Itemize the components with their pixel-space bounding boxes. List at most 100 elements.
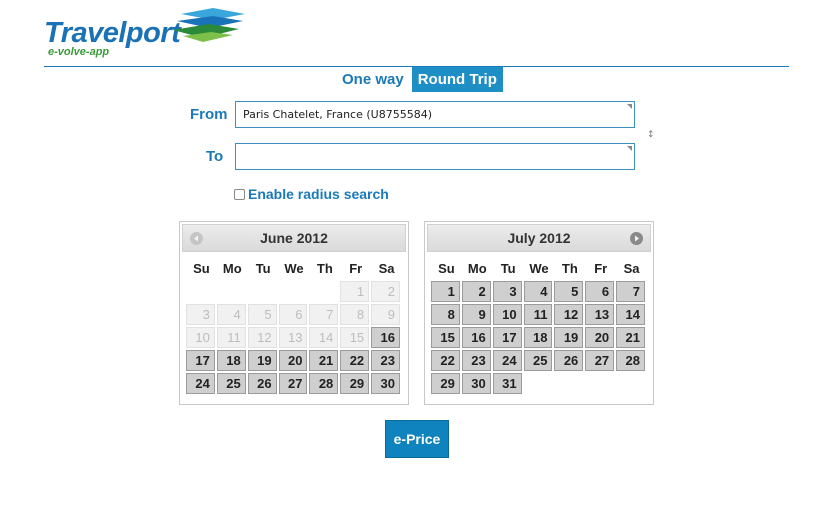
one-way-option[interactable]: One way xyxy=(336,67,410,92)
resize-handle-icon[interactable] xyxy=(627,104,632,109)
week-row: 15 16 17 18 19 20 21 xyxy=(427,327,651,350)
weekday-label: Mo xyxy=(467,261,487,276)
day-cell[interactable]: 17 xyxy=(186,350,215,371)
weekday-label: Tu xyxy=(500,261,516,276)
prev-month-icon[interactable] xyxy=(190,232,203,245)
weekday-label: Tu xyxy=(255,261,271,276)
month-title: June 2012 xyxy=(260,230,328,246)
day-cell[interactable]: 1 xyxy=(431,281,460,302)
week-row: 10 11 12 13 14 15 16 xyxy=(182,327,406,350)
calendar-july: July 2012 Su Mo Tu We Th Fr Sa 1 2 3 4 5 6 7 8 9 10 11 12 1… xyxy=(424,221,654,405)
empty-day-cell xyxy=(616,373,645,394)
day-cell[interactable]: 5 xyxy=(554,281,584,302)
travelport-logo: Travelport e-volve-app xyxy=(44,8,254,60)
day-cell-disabled: 12 xyxy=(247,327,277,348)
day-cell[interactable]: 24 xyxy=(492,350,522,371)
day-cell-disabled: 15 xyxy=(340,327,370,348)
radius-search-label[interactable]: Enable radius search xyxy=(248,186,389,202)
day-cell[interactable]: 6 xyxy=(585,281,615,302)
radius-search-checkbox[interactable] xyxy=(234,188,245,200)
day-cell[interactable]: 27 xyxy=(585,350,615,371)
day-cell-disabled: 6 xyxy=(278,304,308,325)
weekday-label: Mo xyxy=(222,261,242,276)
day-cell[interactable]: 17 xyxy=(492,327,522,348)
day-cell[interactable]: 25 xyxy=(523,350,553,371)
round-trip-option[interactable]: Round Trip xyxy=(411,67,503,92)
day-cell[interactable]: 14 xyxy=(616,304,646,325)
day-cell[interactable]: 2 xyxy=(461,281,491,302)
day-cell-disabled: 9 xyxy=(371,304,401,325)
day-cell[interactable]: 15 xyxy=(431,327,460,348)
day-cell[interactable]: 28 xyxy=(309,373,339,394)
to-label: To xyxy=(206,148,224,165)
weekday-header-row: Su Mo Tu We Th Fr Sa xyxy=(182,256,406,281)
day-cell[interactable]: 3 xyxy=(492,281,522,302)
day-cell[interactable]: 19 xyxy=(247,350,277,371)
weekday-label: Th xyxy=(561,261,578,276)
day-cell[interactable]: 16 xyxy=(461,327,491,348)
day-cell[interactable]: 8 xyxy=(431,304,460,325)
day-cell[interactable]: 23 xyxy=(461,350,491,371)
weekday-label: Fr xyxy=(594,261,608,276)
week-row: 17 18 19 20 21 22 23 xyxy=(182,350,406,373)
day-cell[interactable]: 20 xyxy=(278,350,308,371)
swap-arrows-icon[interactable]: ↕ xyxy=(647,130,655,140)
from-label: From xyxy=(190,106,228,123)
day-cell[interactable]: 30 xyxy=(461,373,491,394)
week-row: 24 25 26 27 28 29 30 xyxy=(182,373,406,396)
day-cell[interactable]: 25 xyxy=(216,373,246,394)
week-row: 12 xyxy=(182,281,406,304)
next-month-icon[interactable] xyxy=(630,232,643,245)
weekday-label: Th xyxy=(316,261,333,276)
day-cell[interactable]: 12 xyxy=(554,304,584,325)
day-cell[interactable]: 21 xyxy=(616,327,646,348)
day-cell-disabled: 3 xyxy=(186,304,215,325)
day-cell-disabled: 2 xyxy=(371,281,401,302)
day-cell[interactable]: 18 xyxy=(216,350,246,371)
day-cell[interactable]: 7 xyxy=(616,281,646,302)
calendar-grid: Su Mo Tu We Th Fr Sa 1 2 3 4 5 6 7 8 9 10 11 12 13 14 15 16 17 1… xyxy=(182,256,406,396)
week-row: 8 9 10 11 12 13 14 xyxy=(427,304,651,327)
day-cell[interactable]: 22 xyxy=(431,350,460,371)
to-field[interactable] xyxy=(235,143,635,170)
day-cell[interactable]: 13 xyxy=(585,304,615,325)
day-cell[interactable]: 26 xyxy=(554,350,584,371)
weekday-label: Su xyxy=(193,261,210,276)
e-price-button[interactable]: e-Price xyxy=(385,420,449,458)
empty-day-cell xyxy=(217,281,246,302)
day-cell[interactable]: 23 xyxy=(371,350,401,371)
day-cell[interactable]: 19 xyxy=(554,327,584,348)
day-cell[interactable]: 28 xyxy=(616,350,646,371)
weekday-label: Su xyxy=(438,261,455,276)
day-cell[interactable]: 24 xyxy=(186,373,215,394)
day-cell[interactable]: 20 xyxy=(585,327,615,348)
day-cell[interactable]: 22 xyxy=(340,350,370,371)
day-cell[interactable]: 10 xyxy=(492,304,522,325)
radius-search-row: Enable radius search xyxy=(234,186,389,202)
day-cell[interactable]: 27 xyxy=(278,373,308,394)
empty-day-cell xyxy=(186,281,215,302)
day-cell[interactable]: 9 xyxy=(461,304,491,325)
day-cell[interactable]: 29 xyxy=(340,373,370,394)
logo-swoosh-icon xyxy=(173,8,245,42)
day-cell[interactable]: 11 xyxy=(523,304,553,325)
day-cell[interactable]: 4 xyxy=(523,281,553,302)
day-cell-disabled: 1 xyxy=(340,281,370,302)
empty-day-cell xyxy=(309,281,338,302)
day-cell-disabled: 13 xyxy=(278,327,308,348)
day-cell[interactable]: 31 xyxy=(492,373,522,394)
day-cell[interactable]: 18 xyxy=(523,327,553,348)
calendar-grid: Su Mo Tu We Th Fr Sa 1 2 3 4 5 6 7 8 9 10 11 12 13 14 15 16 17 1… xyxy=(427,256,651,396)
day-cell[interactable]: 21 xyxy=(309,350,339,371)
day-cell[interactable]: 16 xyxy=(371,327,401,348)
resize-handle-icon[interactable] xyxy=(627,146,632,151)
week-row: 1234567 xyxy=(427,281,651,304)
day-cell[interactable]: 30 xyxy=(371,373,401,394)
day-cell[interactable]: 26 xyxy=(247,373,277,394)
from-field[interactable]: Paris Chatelet, France (U8755584) xyxy=(235,101,635,128)
month-title: July 2012 xyxy=(507,230,571,246)
day-cell[interactable]: 29 xyxy=(431,373,460,394)
calendar-june: June 2012 Su Mo Tu We Th Fr Sa 1 2 3 4 5 6 7 8 9 10 11 12 1… xyxy=(179,221,409,405)
weekday-label: Sa xyxy=(378,261,395,276)
weekday-label: Sa xyxy=(623,261,640,276)
